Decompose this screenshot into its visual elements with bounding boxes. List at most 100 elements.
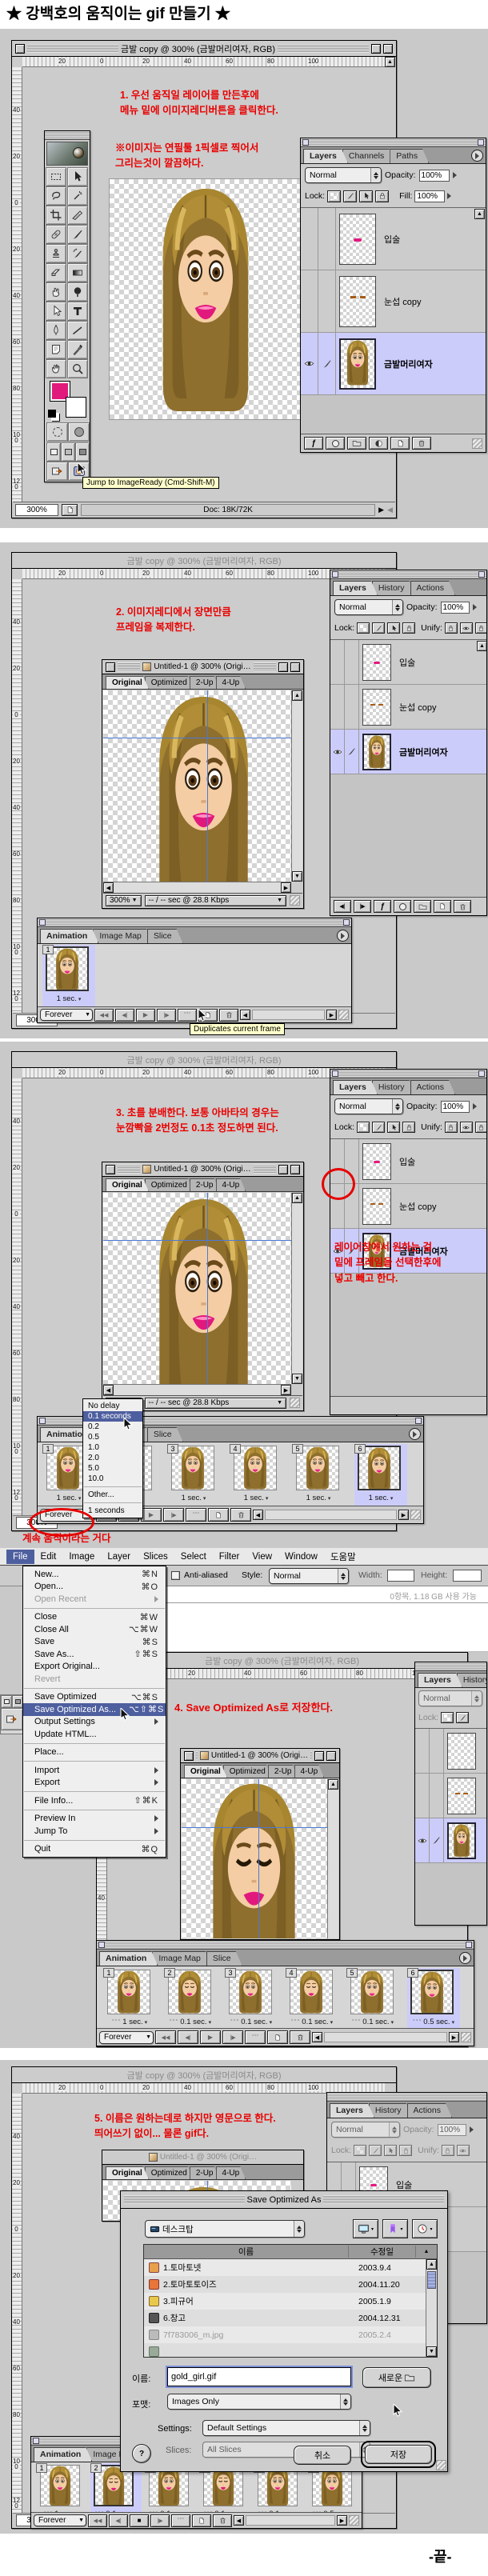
tab-history[interactable]: History	[372, 581, 416, 595]
adjustment-layer-button[interactable]	[369, 437, 388, 450]
resize-grip[interactable]	[338, 1010, 349, 1020]
tab-optimized[interactable]: Optimized	[145, 1178, 194, 1191]
animation-frame-6[interactable]: 6°°°0.5 sec.▾	[407, 1968, 460, 2032]
menu-help[interactable]: 도움말	[324, 1548, 362, 1566]
zoom-tool[interactable]	[67, 359, 88, 378]
eraser-tool[interactable]	[46, 263, 66, 282]
layer-style-button[interactable]: ƒ	[374, 900, 391, 913]
file-row[interactable]: 2.토마토토이즈2004.11.20	[144, 2276, 426, 2293]
play-button[interactable]: ▶	[141, 1508, 162, 1522]
slice-tool[interactable]	[67, 206, 88, 225]
layer-row-girl[interactable]: 금발머리여자	[330, 730, 487, 774]
layer-visibility-toggle[interactable]	[330, 685, 345, 729]
menu-item-place[interactable]: Place...	[23, 1746, 166, 1759]
delete-layer-button[interactable]	[412, 437, 431, 450]
vertical-scrollbar[interactable]: ▲▼	[291, 1193, 302, 1384]
unify-visibility-toggle[interactable]	[460, 622, 473, 634]
menu-view[interactable]: View	[246, 1550, 278, 1564]
loop-select[interactable]: Forever▼	[34, 2514, 86, 2526]
cancel-button[interactable]: 취소	[294, 2446, 351, 2465]
menu-select[interactable]: Select	[174, 1550, 213, 1564]
next-frame-button[interactable]: |▶	[354, 900, 371, 913]
filename-input[interactable]	[167, 2367, 351, 2386]
menu-window[interactable]: Window	[278, 1550, 324, 1564]
new-set-button[interactable]	[347, 437, 366, 450]
menu-item-save-as[interactable]: Save As...⇧⌘S	[23, 1648, 166, 1661]
file-row[interactable]: 6.창고2004.12.31	[144, 2310, 426, 2326]
anti-aliased-checkbox[interactable]	[171, 1571, 180, 1580]
screen-mode-full-menubar[interactable]	[61, 442, 75, 462]
layer-thumbnail[interactable]	[362, 644, 391, 681]
menu-item-save-optimized-as[interactable]: Save Optimized As...⌥⇧⌘S	[23, 1703, 166, 1716]
opacity-field[interactable]: 100%	[441, 602, 470, 614]
menu-item-open[interactable]: Open...⌘O	[23, 1581, 166, 1594]
layer-row-brows[interactable]: 눈섭 copy	[330, 685, 487, 730]
lock-all-toggle[interactable]	[402, 622, 415, 634]
default-colors-icon[interactable]	[48, 410, 56, 418]
close-box[interactable]	[106, 1165, 115, 1174]
lasso-tool[interactable]	[46, 186, 66, 206]
next-frame-button[interactable]: |▶	[157, 1009, 176, 1022]
loop-select[interactable]: Forever▼	[99, 2031, 154, 2044]
blend-mode-select[interactable]: Normal	[305, 167, 382, 183]
lock-pixels-toggle[interactable]	[372, 622, 385, 634]
healing-brush-tool[interactable]	[46, 225, 66, 244]
standard-mode-button[interactable]	[46, 422, 68, 442]
menu-item-close[interactable]: Close⌘W	[23, 1611, 166, 1624]
opacity-slider-arrow[interactable]	[453, 172, 457, 178]
layer-visibility-toggle[interactable]	[330, 640, 345, 684]
delete-frame-button[interactable]	[219, 1009, 238, 1022]
help-button[interactable]: ?	[132, 2444, 151, 2463]
status-arrow2-icon[interactable]: ◀	[387, 506, 393, 514]
lock-transparency-toggle[interactable]	[327, 190, 341, 202]
marquee-tool[interactable]	[46, 167, 66, 186]
document-canvas[interactable]	[103, 1193, 291, 1384]
stop-button[interactable]: ■	[130, 2514, 149, 2527]
layer-thumbnail[interactable]	[362, 689, 391, 726]
tab-2up[interactable]: 2-Up	[190, 1178, 220, 1191]
line-tool[interactable]	[67, 321, 88, 340]
animation-frame-6[interactable]: 61 sec.▾	[354, 1444, 407, 1508]
pen-tool[interactable]	[46, 321, 66, 340]
file-row[interactable]	[144, 2343, 426, 2357]
new-set-button[interactable]	[414, 900, 431, 913]
zoom-box[interactable]	[371, 44, 381, 54]
screen-mode-full[interactable]	[75, 442, 90, 462]
smudge-tool[interactable]	[46, 282, 66, 302]
resize-grip[interactable]	[436, 2460, 446, 2470]
close-box[interactable]	[15, 44, 25, 54]
move-tool[interactable]	[67, 167, 88, 186]
layer-thumbnail[interactable]	[339, 338, 376, 390]
file-row[interactable]: 3.피규어2005.1.9	[144, 2293, 426, 2310]
zoom-box[interactable]	[278, 1165, 288, 1174]
blend-mode-select[interactable]: Normal	[334, 1098, 403, 1114]
tab-imagemap[interactable]: Image Map	[93, 929, 153, 943]
animation-frame-5[interactable]: 51 sec.▾	[292, 1444, 345, 1508]
blend-mode-select[interactable]: Normal	[334, 599, 403, 615]
palette-scroll-up[interactable]: ▲	[477, 641, 487, 651]
scroll-up-button[interactable]: ▲	[385, 57, 395, 67]
layer-mask-button[interactable]	[394, 900, 411, 913]
hand-tool[interactable]	[46, 359, 66, 378]
vertical-scrollbar[interactable]: ▲	[327, 1779, 338, 1938]
layer-visibility-toggle[interactable]	[301, 333, 318, 394]
screen-mode-standard[interactable]	[46, 442, 61, 462]
resize-grip[interactable]	[472, 438, 482, 449]
menu-edit[interactable]: Edit	[34, 1550, 63, 1564]
zoom-box[interactable]	[278, 662, 288, 672]
sort-order-button[interactable]: ▲	[416, 2249, 437, 2254]
menu-item-file-info[interactable]: File Info...⇧⌘K	[23, 1794, 166, 1807]
format-select[interactable]: Images Only	[167, 2394, 351, 2410]
scroll-right-button[interactable]: ▶	[326, 1010, 337, 1020]
close-box[interactable]	[106, 662, 115, 672]
scroll-left-button[interactable]: ◀	[240, 1010, 250, 1020]
magic-wand-tool[interactable]	[67, 186, 88, 206]
new-layer-button[interactable]	[434, 900, 451, 913]
layer-link-cell[interactable]	[345, 685, 359, 729]
tab-layers[interactable]: Layers	[418, 1673, 462, 1687]
tab-original[interactable]: Original	[106, 676, 149, 689]
animation-frame-1[interactable]: 1 1 sec.▾	[42, 945, 95, 1009]
menu-item-update-html[interactable]: Update HTML...	[23, 1728, 166, 1741]
document-canvas[interactable]	[103, 690, 291, 882]
height-field[interactable]	[453, 1570, 482, 1582]
